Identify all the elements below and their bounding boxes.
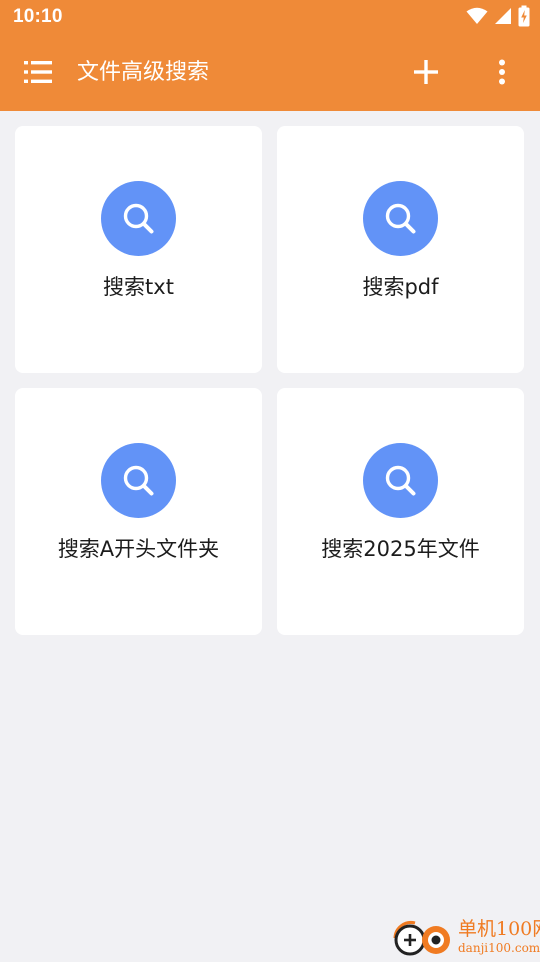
watermark: 单机100网 danji100.com [390, 916, 540, 960]
search-card-pdf[interactable]: 搜索pdf [277, 126, 524, 373]
app-header: 10:10 文件高级搜索 [0, 0, 540, 111]
wifi-icon [466, 7, 488, 29]
app-title: 文件高级搜索 [77, 60, 210, 85]
search-icon [101, 181, 176, 256]
battery-charging-icon [518, 5, 530, 31]
menu-button[interactable] [20, 56, 56, 92]
watermark-logo-icon [390, 918, 456, 958]
watermark-domain: danji100.com [458, 941, 540, 955]
search-icon [363, 181, 438, 256]
toolbar: 文件高级搜索 [0, 36, 540, 111]
add-button[interactable] [406, 55, 446, 93]
card-label: 搜索pdf [362, 275, 439, 299]
search-card-2025-files[interactable]: 搜索2025年文件 [277, 388, 524, 635]
status-time: 10:10 [13, 6, 63, 27]
watermark-name: 单机100网 [458, 918, 540, 940]
cellular-signal-icon [494, 7, 512, 29]
card-label: 搜索A开头文件夹 [57, 537, 220, 561]
status-icons [466, 5, 530, 31]
status-bar: 10:10 [0, 0, 540, 36]
card-label: 搜索txt [103, 275, 174, 299]
more-options-button[interactable] [484, 55, 520, 93]
search-card-txt[interactable]: 搜索txt [15, 126, 262, 373]
more-vertical-icon [498, 59, 506, 89]
search-icon [363, 443, 438, 518]
list-menu-icon [24, 60, 52, 88]
search-card-a-folders[interactable]: 搜索A开头文件夹 [15, 388, 262, 635]
search-icon [101, 443, 176, 518]
card-label: 搜索2025年文件 [321, 537, 480, 561]
plus-icon [414, 60, 438, 88]
